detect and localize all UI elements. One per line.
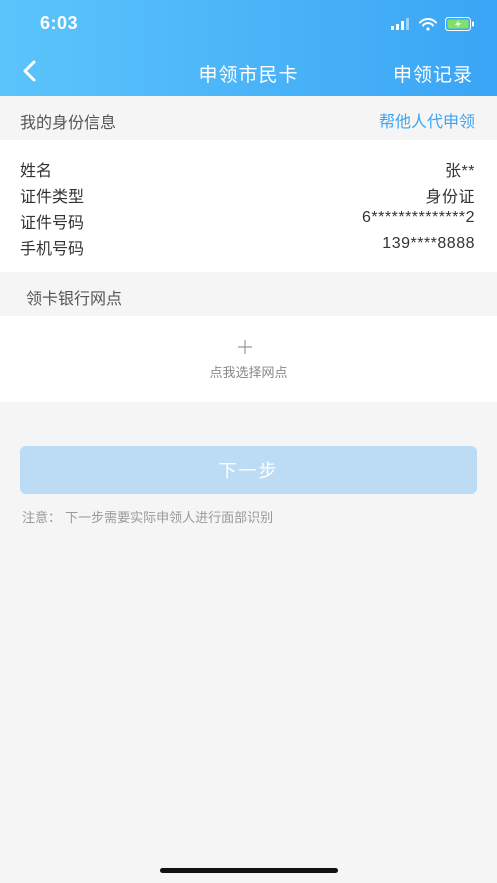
info-value: 139****8888: [382, 235, 475, 252]
info-label: 证件号码: [20, 213, 85, 232]
info-label: 手机号码: [20, 239, 85, 258]
plus-icon: [238, 340, 252, 354]
identity-info-list: 姓名 张** 证件类型 身份证 证件号码 6**************2 手机…: [0, 140, 497, 272]
info-row-phone: 手机号码 139****8888: [0, 232, 497, 258]
info-label: 证件类型: [20, 187, 85, 206]
identity-section-header: 我的身份信息 帮他人代申领: [0, 96, 497, 140]
battery-icon: [445, 17, 474, 31]
wifi-icon: [419, 17, 437, 31]
info-value: 张**: [445, 163, 475, 180]
records-link[interactable]: 申领记录: [393, 60, 473, 87]
home-indicator: [160, 868, 338, 873]
branch-section-header: 领卡银行网点: [0, 272, 497, 316]
status-bar: 6:03: [0, 0, 497, 46]
select-branch-area[interactable]: 点我选择网点: [0, 316, 497, 402]
app-header: 6:03 申领市民卡 申领记录: [0, 0, 497, 96]
info-row-id-type: 证件类型 身份证: [0, 180, 497, 206]
info-row-name: 姓名 张**: [0, 154, 497, 180]
info-label: 姓名: [20, 161, 53, 180]
info-value: 6**************2: [362, 209, 475, 226]
info-row-id-number: 证件号码 6**************2: [0, 206, 497, 232]
identity-section-title: 我的身份信息: [20, 113, 117, 132]
status-icons: [391, 16, 475, 32]
apply-for-others-link[interactable]: 帮他人代申领: [379, 108, 475, 132]
nav-bar: 申领市民卡 申领记录: [0, 46, 497, 96]
face-recognition-note: 注意： 下一步需要实际申领人进行面部识别: [22, 511, 274, 526]
info-value: 身份证: [425, 189, 475, 206]
select-branch-text: 点我选择网点: [209, 366, 288, 381]
branch-section-title: 领卡银行网点: [26, 289, 123, 308]
status-time: 6:03: [40, 13, 79, 33]
next-step-button[interactable]: 下一步: [20, 446, 477, 494]
signal-icon: [391, 18, 409, 30]
